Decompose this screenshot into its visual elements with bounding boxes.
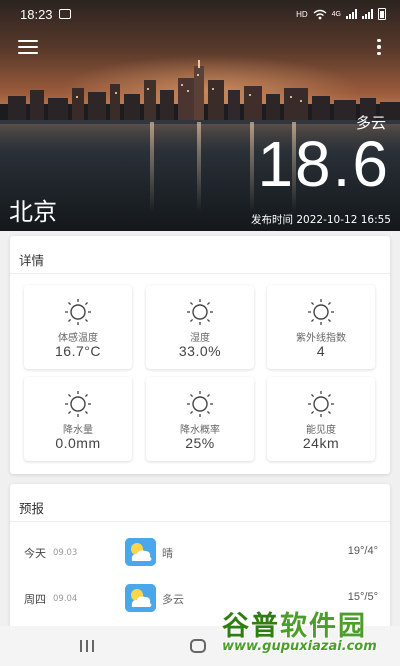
signal-icon bbox=[346, 9, 357, 19]
forecast-condition: 多云 bbox=[162, 593, 184, 606]
status-icons: HD 4G bbox=[296, 8, 386, 20]
detail-tile-visibility: 能见度 24km bbox=[267, 377, 375, 461]
forecast-date: 09.04 bbox=[53, 594, 78, 604]
light-reflection bbox=[150, 122, 154, 212]
sun-icon bbox=[308, 391, 334, 417]
detail-label: 湿度 bbox=[190, 333, 210, 344]
partly-cloudy-icon bbox=[125, 584, 156, 612]
watermark-title: 谷普软件园 bbox=[222, 604, 367, 643]
wifi-icon bbox=[313, 9, 327, 19]
sun-icon bbox=[187, 391, 213, 417]
weather-hero: 多云 18.6 北京 发布时间 2022-10-12 16:55 bbox=[0, 0, 400, 231]
light-reflection bbox=[197, 122, 201, 212]
detail-value: 24km bbox=[302, 435, 340, 451]
detail-value: 25% bbox=[185, 435, 215, 451]
detail-label: 降水量 bbox=[63, 425, 93, 436]
watermark-title-b: 软件园 bbox=[280, 611, 367, 642]
detail-label: 体感温度 bbox=[58, 333, 98, 344]
detail-value: 4 bbox=[316, 343, 326, 359]
image-notification-icon bbox=[58, 9, 71, 19]
publish-time: 发布时间 2022-10-12 16:55 bbox=[251, 214, 391, 226]
city-skyline-image bbox=[0, 60, 400, 124]
watermark-url: www.gupuxiazai.com bbox=[222, 639, 377, 654]
city-name[interactable]: 北京 bbox=[9, 192, 57, 227]
watermark-title-a: 谷普 bbox=[222, 611, 280, 642]
status-bar: 18:23 HD 4G bbox=[0, 0, 400, 28]
recent-apps-icon[interactable] bbox=[80, 640, 94, 652]
partly-cloudy-icon bbox=[125, 538, 156, 566]
battery-icon bbox=[378, 8, 386, 20]
watermark-logo: 谷普软件园 www.gupuxiazai.com bbox=[222, 604, 396, 662]
signal-icon bbox=[362, 9, 373, 19]
detail-value: 0.0mm bbox=[55, 435, 101, 451]
forecast-day: 今天 bbox=[24, 547, 46, 560]
status-time: 18:23 bbox=[20, 6, 53, 22]
home-icon[interactable] bbox=[190, 639, 206, 653]
light-reflection bbox=[250, 122, 254, 212]
forecast-day: 周四 bbox=[24, 593, 46, 606]
detail-tile-uv-index: 紫外线指数 4 bbox=[267, 285, 375, 369]
menu-icon[interactable] bbox=[18, 40, 38, 54]
detail-tile-precip-probability: 降水概率 25% bbox=[146, 377, 254, 461]
forecast-temp-range: 19°/4° bbox=[347, 545, 378, 557]
forecast-temp-range: 15°/5° bbox=[347, 591, 378, 603]
detail-value: 33.0% bbox=[178, 343, 222, 359]
more-options-icon[interactable] bbox=[376, 39, 382, 55]
sun-icon bbox=[65, 299, 91, 325]
detail-tile-feels-like: 体感温度 16.7°C bbox=[24, 285, 132, 369]
detail-label: 紫外线指数 bbox=[296, 333, 346, 344]
detail-tile-humidity: 湿度 33.0% bbox=[146, 285, 254, 369]
details-title: 详情 bbox=[19, 253, 45, 268]
signal-label: 4G bbox=[331, 10, 341, 18]
forecast-title: 预报 bbox=[19, 501, 45, 516]
detail-label: 能见度 bbox=[306, 425, 336, 436]
network-label: HD bbox=[296, 9, 308, 19]
detail-value: 16.7°C bbox=[55, 343, 101, 359]
detail-label: 降水概率 bbox=[180, 425, 220, 436]
sun-icon bbox=[187, 299, 213, 325]
detail-tile-precipitation: 降水量 0.0mm bbox=[24, 377, 132, 461]
current-temperature: 18.6 bbox=[257, 128, 390, 200]
divider bbox=[10, 273, 390, 274]
forecast-condition: 晴 bbox=[162, 547, 173, 560]
forecast-row[interactable]: 今天 09.03 晴 19°/4° bbox=[10, 529, 390, 575]
details-card: 详情 体感温度 16.7°C 湿度 33.0% 紫外线指数 4 降水量 0.0m… bbox=[10, 236, 390, 474]
forecast-date: 09.03 bbox=[53, 548, 78, 558]
sun-icon bbox=[308, 299, 334, 325]
divider bbox=[10, 521, 390, 522]
sun-icon bbox=[65, 391, 91, 417]
